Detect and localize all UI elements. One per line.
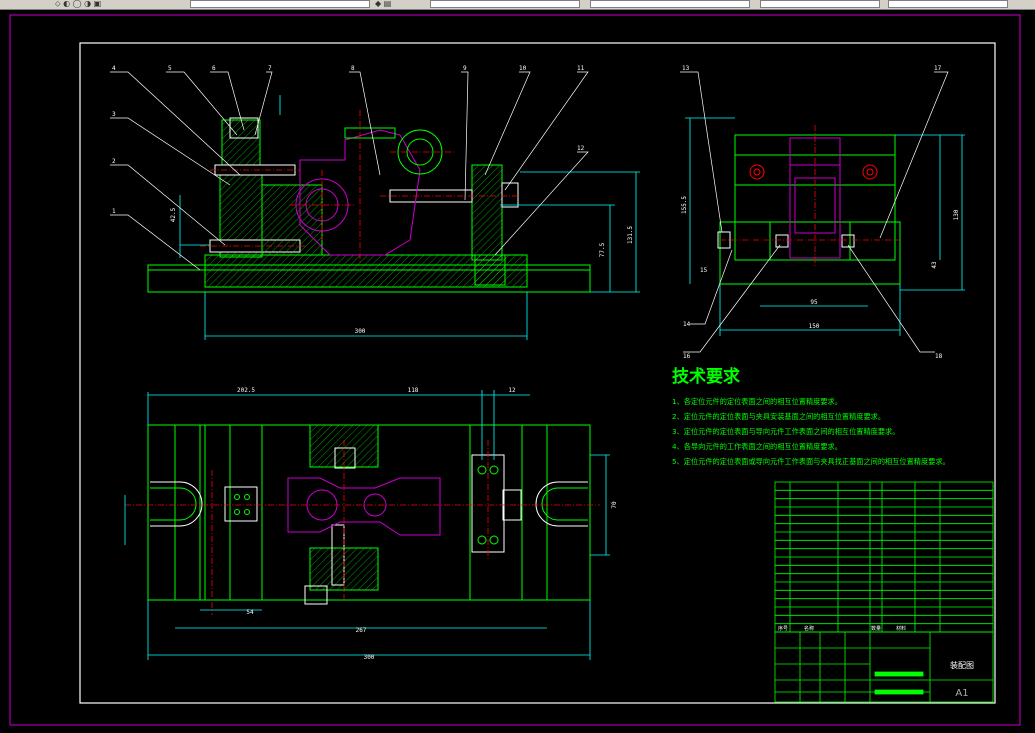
balloon-15: 15 (700, 267, 708, 274)
header-qty: 数量 (871, 625, 881, 632)
balloon-11: 11 (577, 65, 585, 72)
balloon-10: 10 (519, 65, 527, 72)
parts-list (774, 481, 994, 633)
balloon-18: 18 (935, 353, 943, 360)
side-body (734, 134, 896, 261)
top-view (124, 390, 610, 660)
dim-front-overall: 300 (355, 328, 366, 335)
dim-side-height-right: 130 (953, 209, 960, 220)
side-balloons: 13 17 14 16 18 15 (682, 65, 943, 360)
balloon-4: 4 (112, 65, 116, 72)
dim-top-small: 54 (246, 609, 254, 616)
side-pin-left (775, 234, 789, 248)
plotstyle-dropdown[interactable] (888, 0, 1008, 8)
front-balloons: 4 3 2 1 5 6 7 8 9 10 11 12 (112, 65, 585, 215)
balloon-13: 13 (682, 65, 690, 72)
parts-list-header: 序号 名称 数量 材料 (778, 625, 906, 632)
dim-top-total: 300 (364, 654, 375, 661)
sheet-size: A1 (955, 688, 968, 699)
cad-toolbar: ⬦ ◐ ◯ ◑ ▣ ◆ ▤ (0, 0, 1035, 10)
sheet-trim-frame (9, 14, 1021, 726)
toolbar-icons[interactable]: ⬦ ◐ ◯ ◑ ▣ (55, 0, 101, 8)
side-left-block (734, 221, 771, 261)
side-hole-left-inner (753, 168, 761, 176)
side-hole-right (862, 164, 878, 180)
right-block-section (471, 164, 503, 261)
dim-top-mid: 267 (356, 627, 367, 634)
header-mat: 材料 (896, 625, 906, 632)
header-name: 名称 (804, 625, 814, 632)
side-dimensions (685, 117, 965, 336)
dim-top-c: 12 (508, 387, 516, 394)
dim-front-height-b: 131.5 (627, 226, 634, 244)
balloon-6: 6 (212, 65, 216, 72)
balloon-9: 9 (463, 65, 467, 72)
top-left-slot-inner (150, 487, 197, 521)
top-left-slot (150, 481, 203, 527)
technical-requirements: 技术要求 1、各定位元件的定位表面之间的相互位置精度要求。 2、定位元件的定位表… (672, 366, 950, 466)
top-right-slot (535, 481, 588, 527)
top-left-rail (174, 424, 201, 601)
side-view (685, 117, 965, 336)
right-bolt-head (501, 182, 519, 208)
balloon-16: 16 (683, 353, 691, 360)
balloon-7: 7 (268, 65, 272, 72)
workpiece-top (287, 477, 441, 536)
dim-front-left: 42.5 (170, 207, 177, 222)
top-right-slot-inner (541, 487, 588, 521)
side-hole-right-inner (866, 168, 874, 176)
tech-item-4: 4、各导向元件的工作表面之间的相互位置精度要求。 (672, 442, 842, 451)
front-view (147, 95, 640, 340)
balloon-17: 17 (934, 65, 942, 72)
side-right-block (849, 221, 896, 261)
drawing-name: 装配图 (950, 660, 974, 670)
drawing-border (79, 42, 996, 704)
dim-side-width-outer: 150 (809, 323, 820, 330)
layer-tools-icon[interactable]: ◆ ▤ (375, 0, 391, 8)
tech-title: 技术要求 (672, 366, 740, 387)
title-block-bar-2 (874, 689, 924, 695)
drawing-canvas[interactable]: 300 77.5 131.5 42.5 4 3 2 1 5 6 7 8 9 10… (0, 10, 1035, 733)
dim-side-height-small: 43 (931, 261, 938, 269)
top-right-rail (521, 424, 548, 601)
balloon-2: 2 (112, 158, 116, 165)
color-dropdown[interactable] (430, 0, 580, 8)
tech-item-5: 5、定位元件的定位表面或导向元件工作表面与夹具找正基面之间的相互位置精度要求。 (672, 457, 950, 466)
balloon-1: 1 (112, 208, 116, 215)
balloon-3: 3 (112, 111, 116, 118)
dim-top-a: 202.5 (237, 387, 255, 394)
linetype-dropdown[interactable] (590, 0, 750, 8)
balloon-8: 8 (351, 65, 355, 72)
top-left-rail-2 (204, 424, 231, 601)
dim-side-height-left: 155.5 (681, 196, 688, 214)
header-seq: 序号 (778, 625, 788, 632)
right-foot-section (474, 254, 506, 286)
top-clamp-section (221, 119, 261, 166)
balloon-14: 14 (683, 321, 691, 328)
center-body-section (261, 184, 323, 256)
dim-front-height-a: 77.5 (599, 242, 606, 257)
dim-top-b: 118 (408, 387, 419, 394)
parts-list-rows (775, 489, 993, 625)
side-center-lines (720, 125, 900, 268)
balloon-12: 12 (577, 145, 585, 152)
tech-item-1: 1、各定位元件的定位表面之间的相互位置精度要求。 (672, 397, 842, 406)
tech-item-3: 3、定位元件的定位表面与导向元件工作表面之间的相互位置精度要求。 (672, 427, 899, 436)
side-hole-left (749, 164, 765, 180)
dim-top-right: 70 (611, 501, 618, 509)
front-leaders (110, 71, 589, 271)
tech-item-2: 2、定位元件的定位表面与夹具安装基面之间的相互位置精度要求。 (672, 412, 885, 421)
title-block-bar (874, 671, 924, 677)
balloon-5: 5 (168, 65, 172, 72)
dim-side-width-inner: 95 (810, 299, 818, 306)
side-base (719, 221, 901, 285)
lineweight-dropdown[interactable] (760, 0, 880, 8)
layer-dropdown[interactable] (190, 0, 370, 8)
